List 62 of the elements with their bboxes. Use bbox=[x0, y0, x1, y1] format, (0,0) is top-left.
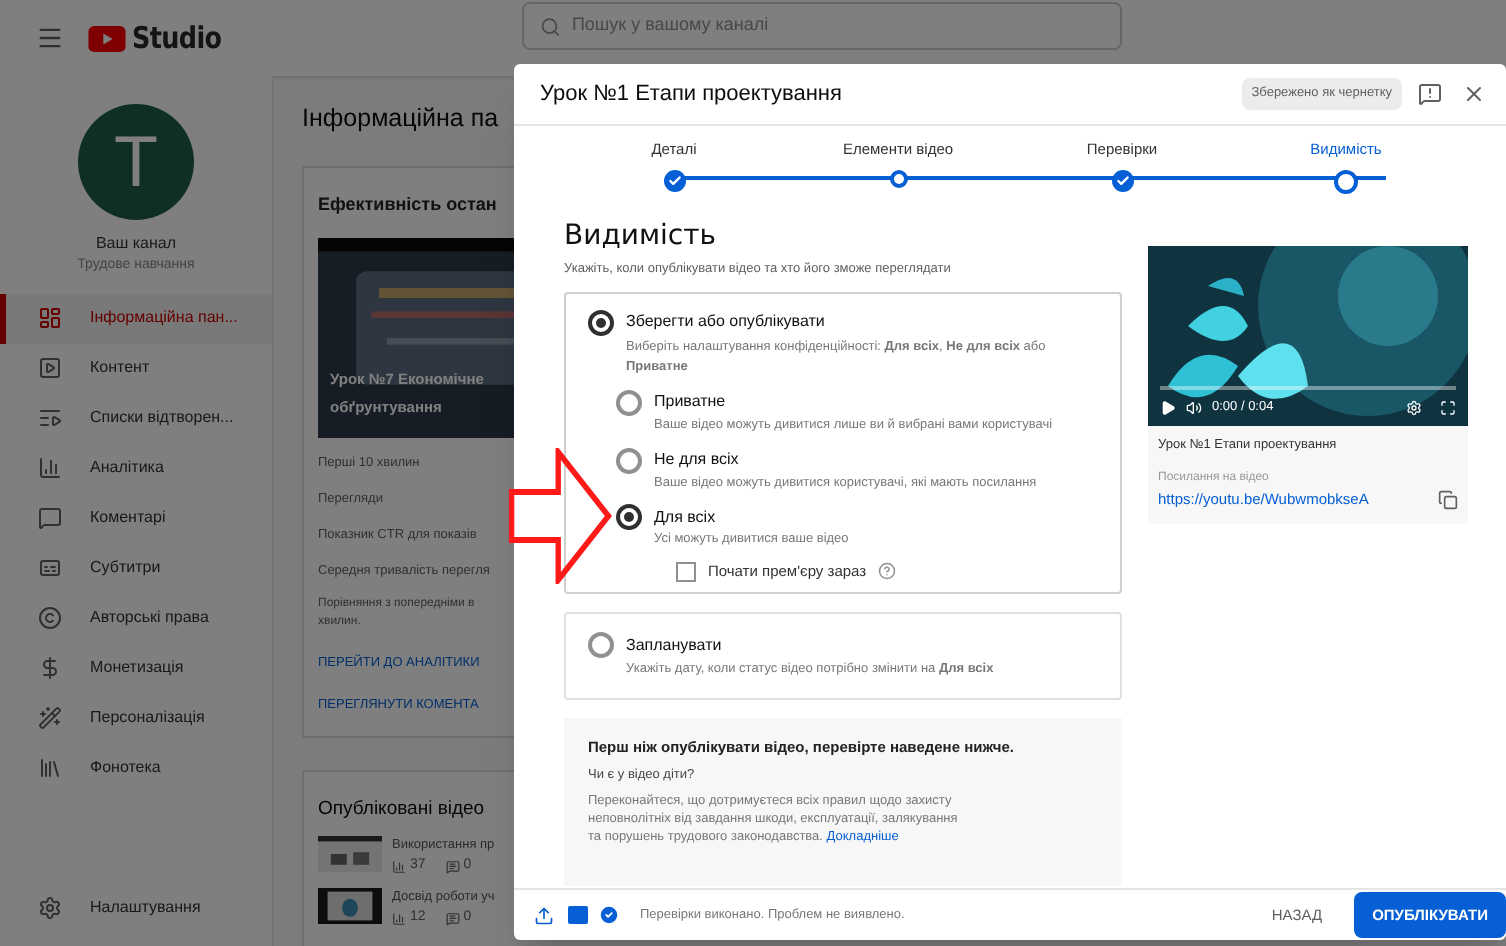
option-label: Приватне bbox=[654, 390, 726, 415]
comment-icon bbox=[445, 859, 460, 873]
option-label: Запланувати bbox=[626, 633, 722, 658]
radio-button[interactable] bbox=[616, 389, 642, 416]
sidebar-item[interactable]: Персоналізація bbox=[0, 693, 272, 743]
close-icon[interactable] bbox=[1462, 82, 1486, 106]
check-icon bbox=[663, 170, 685, 193]
volume-icon[interactable] bbox=[1186, 400, 1202, 417]
sidebar-item[interactable]: Авторські права bbox=[0, 593, 272, 643]
option-label: Для всіх bbox=[654, 505, 716, 530]
sidebar-item[interactable]: Інформаційна пан... bbox=[0, 293, 272, 343]
sidebar-item[interactable]: Субтитри bbox=[0, 543, 272, 593]
help-icon[interactable] bbox=[878, 562, 897, 581]
views-icon bbox=[392, 911, 406, 926]
sidebar-item[interactable]: Контент bbox=[0, 343, 272, 393]
card-title: Ефективність остан bbox=[318, 191, 499, 218]
radio-button[interactable] bbox=[616, 504, 642, 531]
upload-icon bbox=[534, 905, 554, 925]
logo-text: Studio bbox=[132, 17, 222, 60]
settings-item[interactable]: Налаштування bbox=[0, 878, 272, 938]
subtitles-icon bbox=[38, 556, 62, 580]
card-title: Опубліковані відео bbox=[318, 795, 487, 824]
menu-icon[interactable] bbox=[36, 24, 64, 52]
views-icon bbox=[392, 859, 406, 873]
option-label: Зберегти або опублікувати bbox=[626, 310, 825, 335]
sidebar-item[interactable]: Списки відтворен... bbox=[0, 393, 272, 443]
check-icon bbox=[598, 904, 620, 926]
radio-button[interactable] bbox=[616, 447, 642, 473]
sidebar-item[interactable]: Аналітика bbox=[0, 443, 272, 493]
page-title: Інформаційна па bbox=[302, 102, 501, 136]
settings-icon[interactable] bbox=[1406, 400, 1422, 417]
comment-icon bbox=[445, 911, 460, 926]
copy-icon[interactable] bbox=[1438, 490, 1458, 510]
checkbox[interactable] bbox=[676, 561, 696, 582]
chart-icon bbox=[38, 456, 62, 480]
sidebar-item[interactable]: Коментарі bbox=[0, 493, 272, 543]
radio-button[interactable] bbox=[588, 309, 614, 336]
search-icon bbox=[539, 15, 560, 37]
arrow-icon bbox=[508, 448, 612, 584]
sidebar-item[interactable]: Фонотека bbox=[0, 743, 272, 793]
library-icon bbox=[38, 756, 62, 780]
play-icon[interactable] bbox=[1160, 400, 1176, 417]
copyright-icon bbox=[38, 606, 62, 630]
wand-icon bbox=[38, 706, 62, 730]
option-label: Не для всіх bbox=[654, 448, 739, 472]
dialog-title: Урок №1 Етапи проектування bbox=[540, 79, 844, 110]
dashboard-icon bbox=[38, 306, 62, 330]
section-heading: Видимість bbox=[564, 218, 719, 256]
check-icon bbox=[1111, 170, 1133, 193]
avatar[interactable]: T bbox=[78, 104, 194, 220]
playlist-icon bbox=[38, 406, 62, 430]
channel-name: Ваш канал bbox=[95, 232, 177, 256]
video-icon bbox=[38, 356, 62, 380]
video-quality-icon bbox=[568, 906, 588, 924]
comment-icon bbox=[38, 506, 62, 530]
settings-icon bbox=[38, 896, 62, 920]
dollar-icon bbox=[38, 656, 62, 680]
fullscreen-icon[interactable] bbox=[1440, 400, 1456, 417]
sidebar-item[interactable]: Монетизація bbox=[0, 643, 272, 693]
radio-button[interactable] bbox=[588, 632, 614, 659]
feedback-icon[interactable] bbox=[1418, 82, 1442, 106]
play-logo-icon bbox=[88, 25, 126, 51]
